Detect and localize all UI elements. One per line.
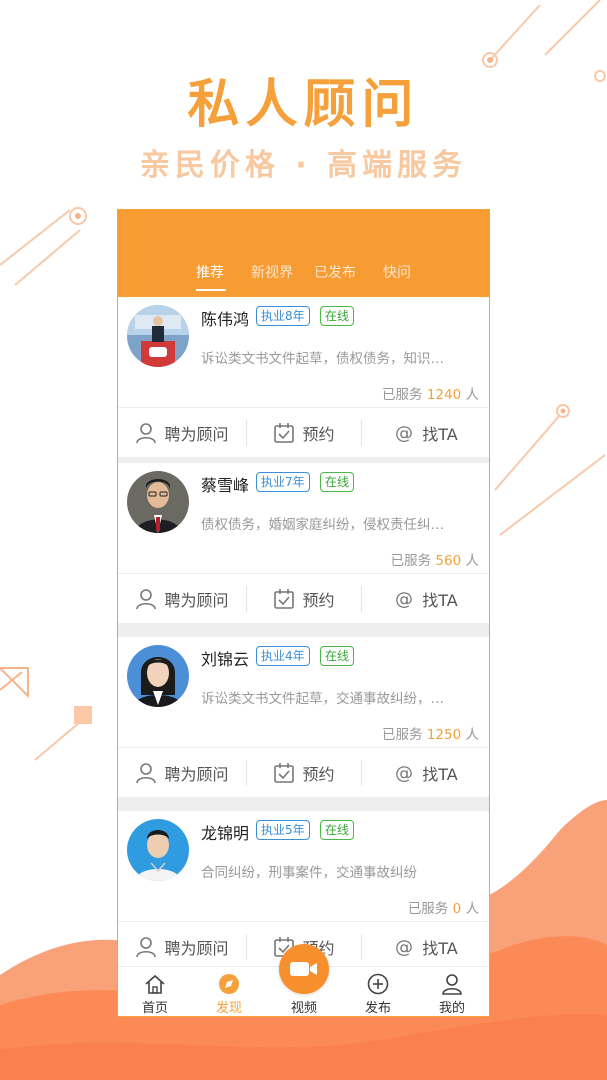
lawyer-card[interactable]: 刘锦云 执业4年 在线 诉讼类文书文件起草，交通事故纠纷，… 已服务 1250 … [118, 637, 489, 797]
avatar[interactable] [127, 645, 189, 707]
experience-badge: 执业5年 [256, 820, 310, 840]
active-tab-indicator [196, 289, 226, 291]
plus-circle-icon [367, 973, 389, 995]
lawyer-card[interactable]: 蔡雪峰 执业7年 在线 债权债务，婚姻家庭纠纷，侵权责任纠… 已服务 560 人… [118, 463, 489, 623]
contact-button[interactable]: @ 找TA [362, 922, 489, 971]
online-status-badge: 在线 [320, 646, 355, 666]
at-sign-icon: @ [395, 763, 413, 784]
svg-text:@: @ [395, 937, 413, 958]
served-number: 560 [435, 553, 462, 569]
hero-title: 私人顾问 [187, 74, 420, 135]
practice-areas: 债权债务，婚姻家庭纠纷，侵权责任纠… [201, 517, 444, 533]
card-actions: 聘为顾问 预约 @ 找TA [118, 748, 489, 797]
svg-text:@: @ [395, 423, 413, 444]
tab-bar: 推荐 新视界 已发布 快问 [118, 260, 489, 294]
card-actions: 聘为顾问 预约 @ 找TA [118, 574, 489, 623]
nav-label: 我的 [438, 1001, 465, 1016]
online-status-badge: 在线 [320, 306, 355, 326]
calendar-check-icon [274, 422, 295, 443]
served-number: 1250 [426, 727, 462, 743]
nav-discover[interactable]: 发现 [199, 967, 259, 1016]
home-icon [145, 974, 165, 994]
online-status-badge: 在线 [320, 820, 355, 840]
nav-label: 发布 [364, 1001, 391, 1016]
svg-text:@: @ [395, 763, 413, 784]
book-appointment-button[interactable]: 预约 [247, 574, 361, 623]
nav-label: 视频 [290, 1001, 317, 1016]
calendar-check-icon [274, 588, 295, 609]
user-icon [136, 588, 157, 609]
served-count: 已服务 0 人 [407, 901, 479, 917]
at-sign-icon: @ [395, 937, 413, 958]
practice-areas: 诉讼类文书文件起草，交通事故纠纷，… [201, 691, 444, 707]
practice-areas: 诉讼类文书文件起草，债权债务，知识… [201, 351, 444, 367]
online-status-badge: 在线 [320, 472, 355, 492]
lawyer-name: 刘锦云 [201, 650, 250, 669]
user-icon [136, 422, 157, 443]
at-sign-icon: @ [395, 589, 413, 610]
tab-new-vision[interactable]: 新视界 [251, 262, 293, 282]
calendar-check-icon [274, 762, 295, 783]
tab-published[interactable]: 已发布 [314, 262, 356, 282]
experience-badge: 执业7年 [256, 472, 310, 492]
video-record-button[interactable] [279, 944, 329, 994]
book-appointment-button[interactable]: 预约 [247, 748, 361, 797]
nav-label: 首页 [141, 1001, 168, 1016]
svg-text:@: @ [395, 589, 413, 610]
avatar[interactable] [127, 471, 189, 533]
lawyer-card[interactable]: 陈伟鸿 执业8年 在线 诉讼类文书文件起草，债权债务，知识… 已服务 1240 … [118, 297, 489, 457]
contact-button[interactable]: @ 找TA [362, 748, 489, 797]
served-number: 1240 [426, 387, 462, 403]
experience-badge: 执业4年 [256, 646, 310, 666]
hero-subtitle: 亲民价格 · 高端服务 [139, 148, 468, 183]
hire-advisor-button[interactable]: 聘为顾问 [118, 408, 246, 457]
served-number: 0 [452, 901, 462, 917]
avatar[interactable] [127, 305, 189, 367]
app-header: 推荐 新视界 已发布 快问 [118, 210, 489, 297]
nav-publish[interactable]: 发布 [348, 967, 408, 1016]
experience-badge: 执业8年 [256, 306, 310, 326]
card-actions: 聘为顾问 预约 @ 找TA [118, 408, 489, 457]
lawyer-name: 蔡雪峰 [201, 476, 250, 495]
hire-advisor-button[interactable]: 聘为顾问 [118, 922, 246, 971]
avatar[interactable] [127, 819, 189, 881]
phone-screen: 推荐 新视界 已发布 快问 陈伟鸿 执业8年 在线 诉讼类文书文件起草，债权债务… [117, 209, 490, 1017]
served-count: 已服务 560 人 [390, 553, 479, 569]
nav-mine[interactable]: 我的 [422, 967, 482, 1016]
user-icon [136, 936, 157, 957]
contact-button[interactable]: @ 找TA [362, 408, 489, 457]
video-camera-icon [290, 962, 317, 976]
served-count: 已服务 1240 人 [382, 387, 479, 403]
hire-advisor-button[interactable]: 聘为顾问 [118, 574, 246, 623]
nav-home[interactable]: 首页 [125, 967, 185, 1016]
hire-advisor-button[interactable]: 聘为顾问 [118, 748, 246, 797]
at-sign-icon: @ [395, 423, 413, 444]
lawyer-name: 龙锦明 [201, 824, 250, 843]
practice-areas: 合同纠纷，刑事案件，交通事故纠纷 [201, 865, 417, 881]
tab-quick-ask[interactable]: 快问 [383, 262, 411, 282]
user-icon [442, 974, 462, 995]
lawyer-name: 陈伟鸿 [201, 310, 250, 329]
book-appointment-button[interactable]: 预约 [247, 408, 361, 457]
nav-label: 发现 [215, 1001, 242, 1016]
served-count: 已服务 1250 人 [382, 727, 479, 743]
tab-recommend[interactable]: 推荐 [196, 262, 224, 282]
user-icon [136, 762, 157, 783]
contact-button[interactable]: @ 找TA [362, 574, 489, 623]
compass-icon [219, 974, 239, 994]
